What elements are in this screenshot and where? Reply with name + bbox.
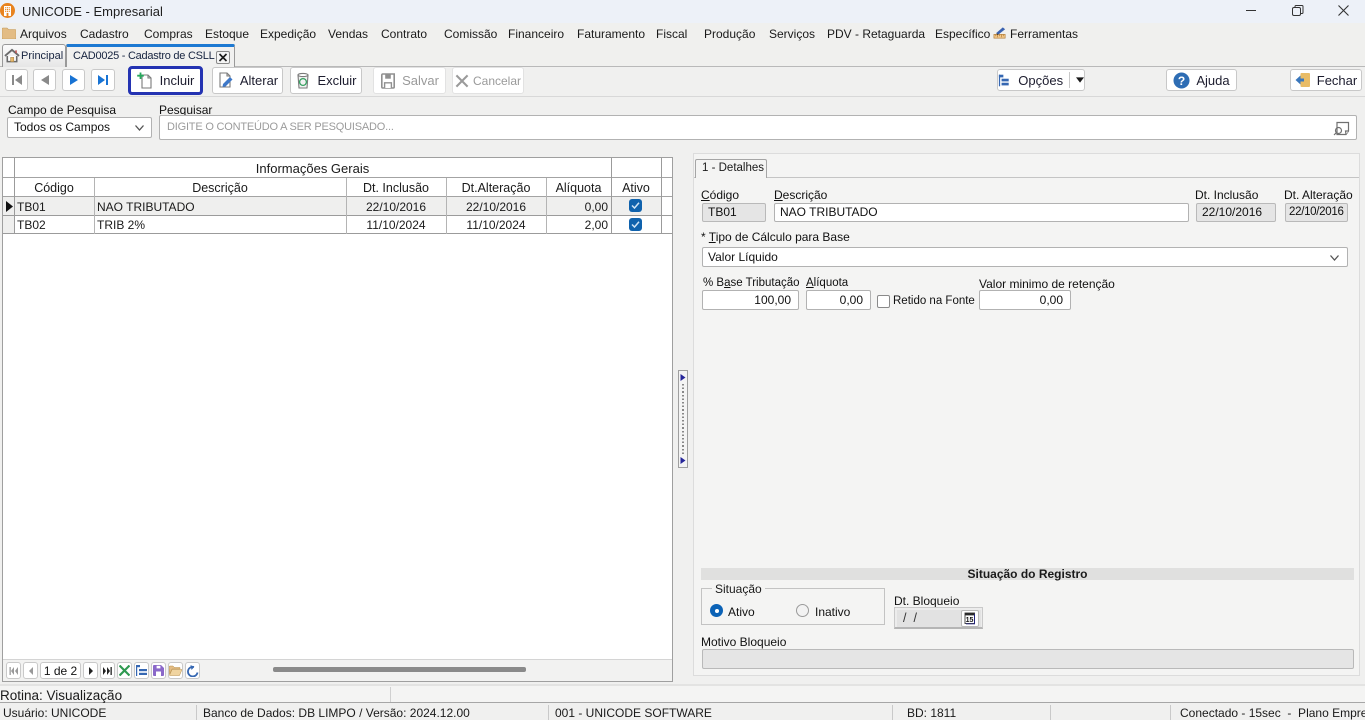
svg-text:15: 15 xyxy=(966,617,974,624)
svg-text:?: ? xyxy=(1178,74,1185,88)
